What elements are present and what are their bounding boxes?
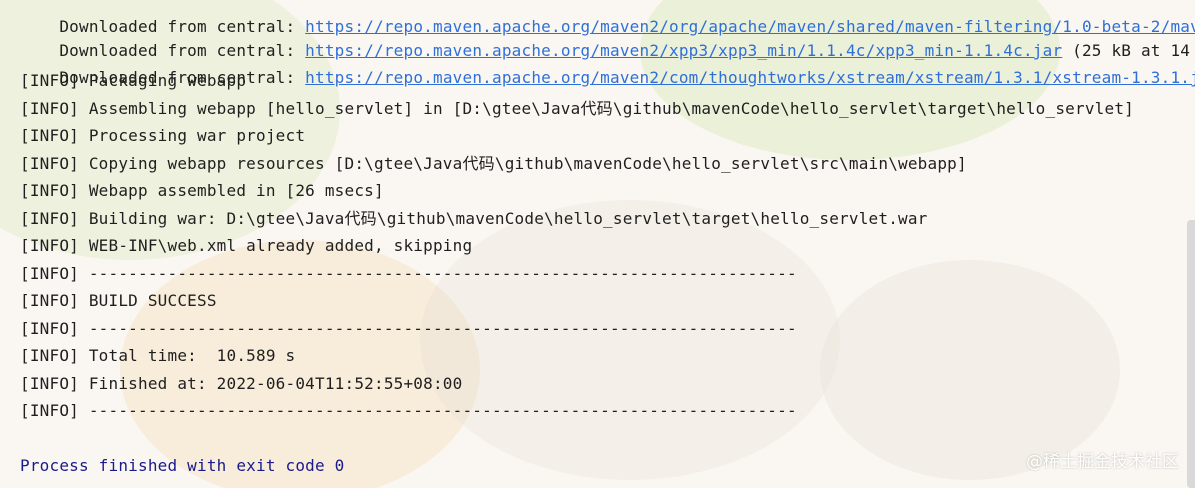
console-line: [INFO] Webapp assembled in [26 msecs] — [20, 181, 384, 200]
console-line: [INFO] Processing war project — [20, 126, 306, 145]
console-line: [INFO] Assembling webapp [hello_servlet]… — [20, 99, 1135, 118]
finished-at-line: [INFO] Finished at: 2022-06-04T11:52:55+… — [20, 374, 463, 393]
console-line: [INFO] Packaging webapp — [20, 71, 247, 90]
console-separator: [INFO] ---------------------------------… — [20, 264, 797, 283]
console-line: [INFO] Copying webapp resources [D:\gtee… — [20, 154, 967, 173]
watermark-text: @稀土掘金技术社区 — [1026, 452, 1179, 472]
total-time-line: [INFO] Total time: 10.589 s — [20, 346, 296, 365]
console-line: Downloaded from central: https://repo.ma… — [20, 42, 1195, 87]
run-console[interactable]: Downloaded from central: https://repo.ma… — [0, 0, 1195, 488]
console-line: [INFO] Building war: D:\gtee\Java代码\gith… — [20, 209, 928, 228]
console-separator: [INFO] ---------------------------------… — [20, 319, 797, 338]
build-status-line: [INFO] BUILD SUCCESS — [20, 291, 217, 310]
console-separator: [INFO] ---------------------------------… — [20, 401, 797, 420]
download-link[interactable]: https://repo.maven.apache.org/maven2/com… — [305, 68, 1195, 87]
console-line: Downloaded from central: https://repo.ma… — [20, 0, 1195, 36]
vertical-scrollbar[interactable] — [1187, 220, 1195, 488]
exit-code-line: Process finished with exit code 0 — [20, 456, 345, 475]
console-line: [INFO] WEB-INF\web.xml already added, sk… — [20, 236, 473, 255]
console-line: Downloaded from central: https://repo.ma… — [20, 15, 1195, 60]
